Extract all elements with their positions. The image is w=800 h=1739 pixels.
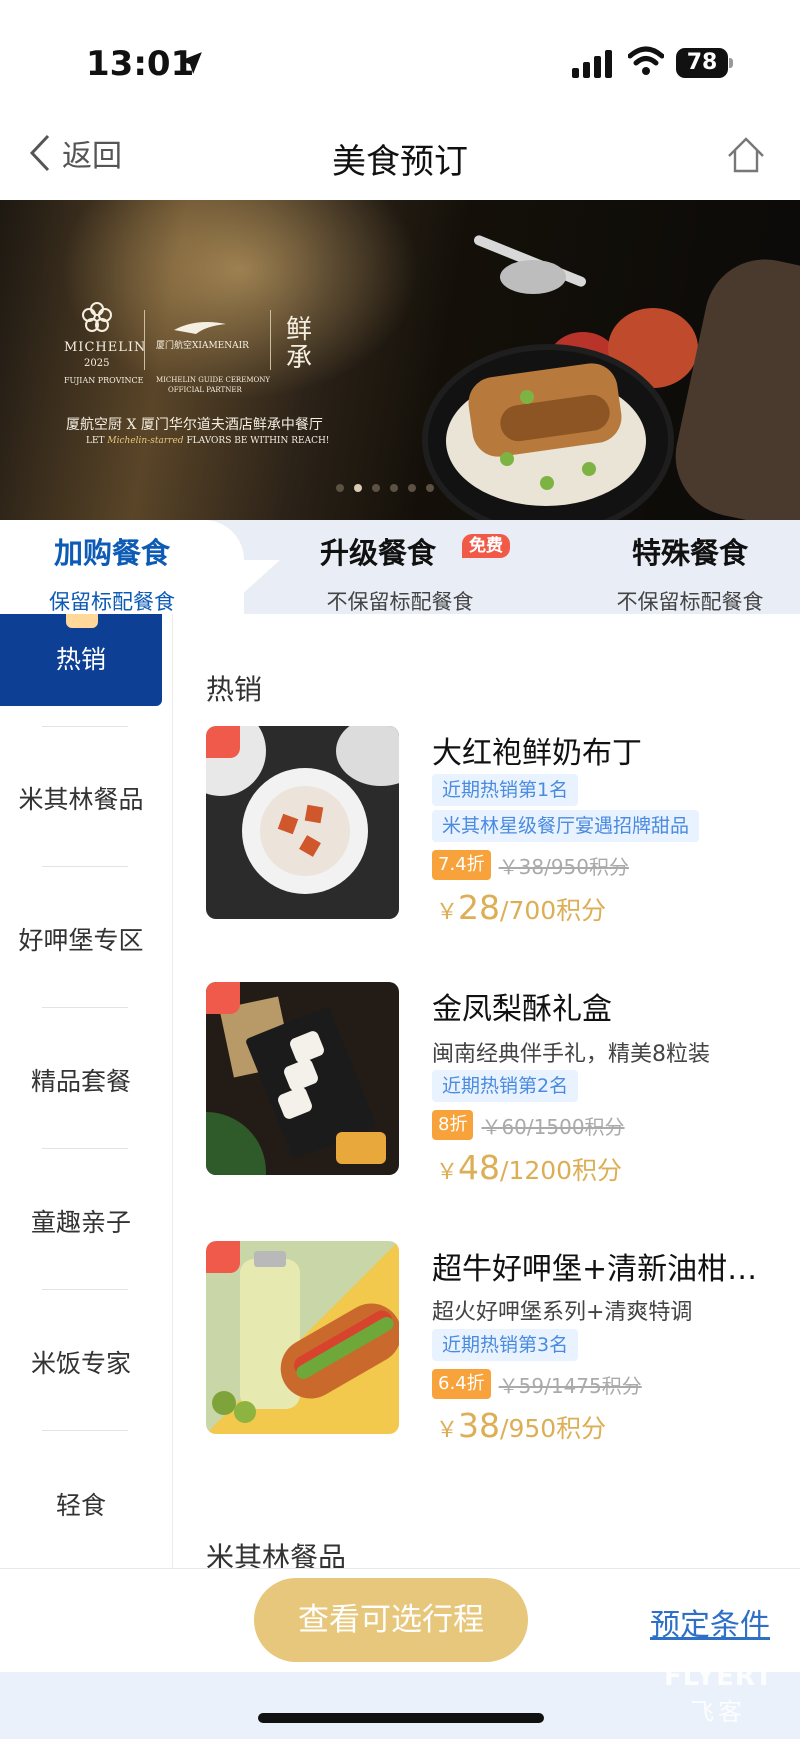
sidebar-item-burger[interactable]: 好呷堡专区 — [0, 921, 162, 957]
pea — [582, 462, 596, 476]
sidebar-divider — [42, 1289, 128, 1290]
sidebar-divider — [42, 1007, 128, 1008]
tab-sublabel: 不保留标配餐食 — [616, 590, 764, 614]
product-tag: 近期热销第2名 — [432, 1070, 579, 1102]
home-indicator[interactable] — [258, 1713, 544, 1723]
product-description: 闽南经典伴手礼，精美8粒装 — [432, 1042, 710, 1067]
cellular-signal-icon — [572, 50, 612, 78]
watermark-logo: FLYERT — [664, 1662, 774, 1692]
discount-badge: 7.4折 — [432, 850, 491, 880]
product-description: 超火好呷堡系列+清爽特调 — [432, 1300, 693, 1325]
michelin-region: FUJIAN PROVINCE — [64, 376, 144, 385]
sidebar-item-michelin[interactable]: 米其林餐品 — [0, 780, 162, 816]
spoon-bowl-image — [500, 260, 566, 294]
logo-divider — [270, 310, 271, 370]
sidebar-item-hot[interactable]: 热销 — [0, 640, 162, 676]
product-price: ￥48/1200积分 — [436, 1148, 623, 1187]
product-discount-row: 7.4折 ￥38/950积分 — [432, 850, 629, 880]
logo-divider — [144, 310, 145, 370]
promo-banner[interactable]: MICHELIN 2025 FUJIAN PROVINCE 厦门航空XIAMEN… — [0, 200, 800, 520]
pea — [520, 390, 534, 404]
guide-line-1: MICHELIN GUIDE CEREMONY — [156, 376, 270, 384]
product-tag: 米其林星级餐厅宴遇招牌甜品 — [432, 810, 700, 842]
pagination-dot[interactable] — [426, 484, 434, 492]
tab-label: 加购餐食 — [53, 536, 170, 570]
banner-glow — [60, 200, 420, 400]
tab-special-meal[interactable]: 特殊餐食 不保留标配餐食 — [580, 530, 800, 616]
banner-subline: LET Michelin-starred FLAVORS BE WITHIN R… — [86, 436, 330, 446]
product-price: ￥28/700积分 — [436, 888, 607, 927]
pagination-dot[interactable] — [408, 484, 416, 492]
product-discount-row: 8折 ￥60/1500积分 — [432, 1110, 625, 1140]
product-tag: 近期热销第3名 — [432, 1329, 579, 1361]
sidebar-divider — [42, 1148, 128, 1149]
michelin-flower-icon — [82, 302, 112, 332]
product-discount-row: 6.4折 ￥59/1475积分 — [432, 1369, 642, 1399]
pagination-dot[interactable] — [372, 484, 380, 492]
pea — [540, 476, 554, 490]
active-tab-curve — [220, 560, 280, 614]
hot-flame-icon — [206, 982, 240, 1014]
airline-name: 厦门航空XIAMENAIR — [156, 341, 249, 351]
pea — [500, 452, 514, 466]
michelin-word: MICHELIN — [64, 340, 147, 355]
page-title: 美食预订 — [332, 142, 468, 182]
sidebar-item-set-meal[interactable]: 精品套餐 — [0, 1062, 162, 1098]
section-title-hot: 热销 — [206, 673, 263, 706]
view-itinerary-button[interactable]: 查看可选行程 — [254, 1578, 528, 1662]
banner-headline: 厦航空厨 X 厦门华尔道夫酒店鲜承中餐厅 — [66, 417, 323, 433]
hand-image — [664, 248, 800, 520]
sidebar-item-kids[interactable]: 童趣亲子 — [0, 1203, 162, 1239]
sidebar-divider — [42, 866, 128, 867]
pagination-dot[interactable] — [354, 484, 362, 492]
original-price: ￥38/950积分 — [498, 854, 630, 879]
original-price: ￥59/1475积分 — [498, 1373, 642, 1398]
product-price: ￥38/950积分 — [436, 1406, 607, 1445]
hot-flame-icon — [206, 726, 240, 758]
product-tag: 近期热销第1名 — [432, 774, 579, 806]
original-price: ￥60/1500积分 — [481, 1114, 625, 1139]
tab-sublabel: 不保留标配餐食 — [326, 590, 474, 614]
restaurant-logo: 鲜承 — [286, 315, 313, 373]
product-name[interactable]: 大红袍鲜奶布丁 — [432, 728, 642, 772]
sidebar-active-marker — [66, 614, 98, 628]
product-name[interactable]: 金凤梨酥礼盒 — [432, 984, 612, 1028]
hot-flame-icon — [206, 1241, 240, 1273]
home-icon[interactable] — [726, 136, 766, 174]
pagination-dot[interactable] — [336, 484, 344, 492]
discount-badge: 6.4折 — [432, 1369, 491, 1399]
tab-add-on-meal[interactable]: 加购餐食 保留标配餐食 — [0, 530, 224, 616]
location-arrow-icon — [180, 52, 202, 74]
tab-label: 升级餐食 — [319, 536, 436, 570]
product-name[interactable]: 超牛好呷堡+清新油柑… — [432, 1244, 757, 1288]
michelin-year: 2025 — [84, 358, 110, 369]
product-image-burger-combo[interactable] — [206, 1241, 399, 1434]
product-image-pineapple-cake[interactable] — [206, 982, 399, 1175]
sidebar-item-rice[interactable]: 米饭专家 — [0, 1344, 162, 1380]
booking-terms-link[interactable]: 预定条件 — [650, 1600, 770, 1644]
product-image-pudding[interactable] — [206, 726, 399, 919]
guide-line-2: OFFICIAL PARTNER — [168, 386, 242, 394]
discount-badge: 8折 — [432, 1110, 474, 1140]
xiamen-air-egret-icon — [174, 322, 226, 334]
watermark-logo: 飞客 — [690, 1698, 746, 1726]
free-badge: 免费 — [462, 534, 510, 558]
battery-indicator: 78 — [676, 48, 728, 78]
pagination-dot[interactable] — [390, 484, 398, 492]
wifi-icon — [628, 46, 664, 75]
sidebar-divider — [42, 726, 128, 727]
battery-tip — [729, 58, 733, 68]
tab-label: 特殊餐食 — [631, 536, 748, 570]
sidebar-item-light-meal[interactable]: 轻食 — [0, 1486, 162, 1522]
sidebar-divider — [42, 1430, 128, 1431]
tab-sublabel: 保留标配餐食 — [49, 590, 175, 614]
banner-pagination — [336, 484, 434, 492]
